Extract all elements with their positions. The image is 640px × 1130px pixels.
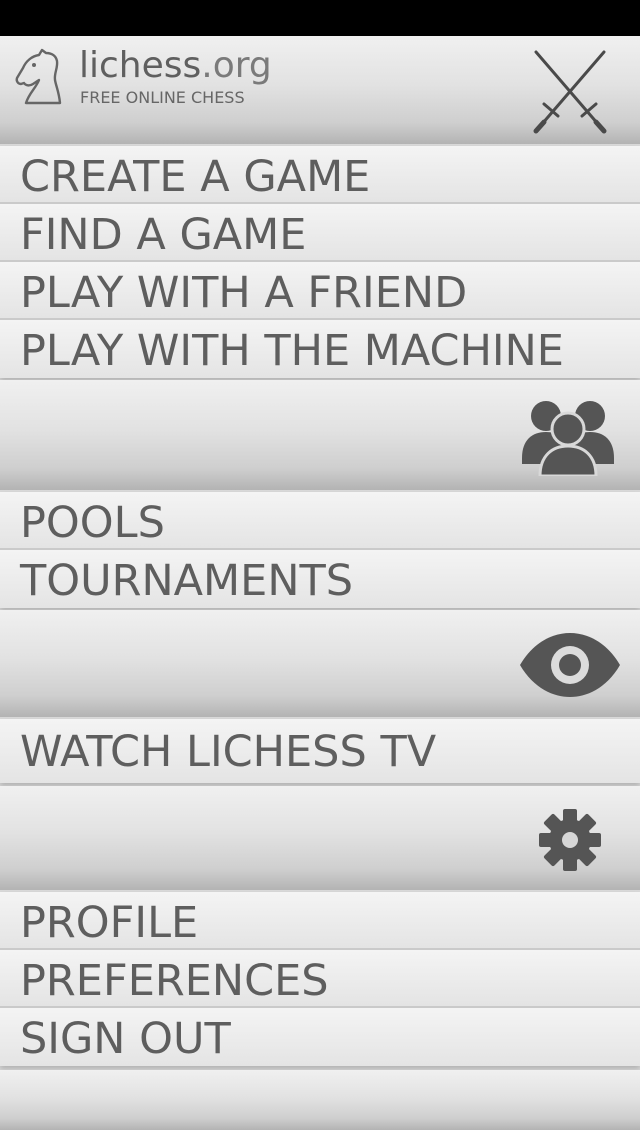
gear-icon	[539, 809, 601, 871]
profile-item[interactable]: PROFILE	[0, 892, 640, 950]
preferences-item[interactable]: PREFERENCES	[0, 950, 640, 1008]
sign-out-item[interactable]: SIGN OUT	[0, 1008, 640, 1066]
users-icon	[522, 401, 614, 476]
knight-icon	[15, 48, 62, 105]
bottom-filler	[0, 1070, 640, 1130]
play-menu: CREATE A GAME FIND A GAME PLAY WITH A FR…	[0, 146, 640, 378]
play-with-friend-item[interactable]: PLAY WITH A FRIEND	[0, 262, 640, 320]
account-menu: PROFILE PREFERENCES SIGN OUT	[0, 892, 640, 1066]
play-with-machine-item[interactable]: PLAY WITH THE MACHINE	[0, 320, 640, 378]
status-bar	[0, 0, 640, 36]
pools-item[interactable]: POOLS	[0, 492, 640, 550]
watch-lichess-tv-item[interactable]: WATCH LICHESS TV	[0, 719, 640, 783]
eye-icon	[520, 633, 620, 697]
community-menu: POOLS TOURNAMENTS	[0, 492, 640, 608]
create-game-item[interactable]: CREATE A GAME	[0, 146, 640, 204]
watch-menu: WATCH LICHESS TV	[0, 719, 640, 783]
logo-title: lichess.org	[79, 45, 272, 86]
find-game-item[interactable]: FIND A GAME	[0, 204, 640, 262]
tournaments-item[interactable]: TOURNAMENTS	[0, 550, 640, 608]
logo-subtitle: FREE ONLINE CHESS	[80, 88, 245, 107]
crossed-swords-icon[interactable]	[530, 48, 610, 134]
